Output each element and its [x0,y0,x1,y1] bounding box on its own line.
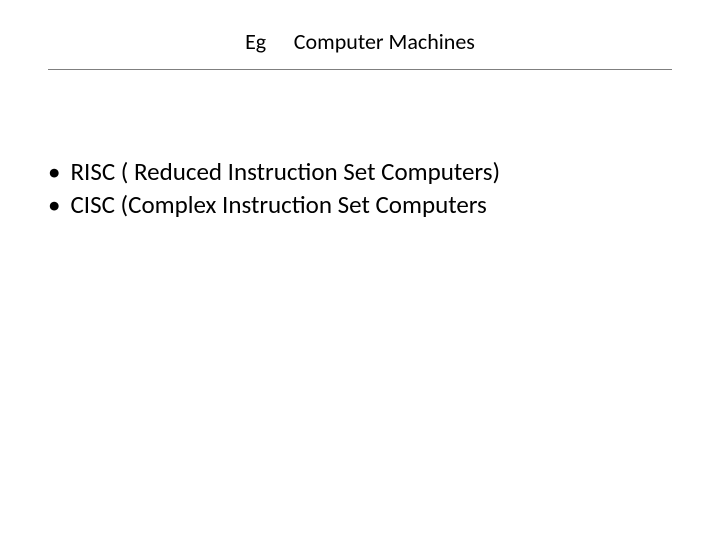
bullet-text: RISC ( Reduced Instruction Set Computers… [70,156,500,189]
title-left: Eg [245,28,266,55]
bullet-text: CISC (Complex Instruction Set Computers [70,189,486,222]
title-area: Eg Computer Machines [0,0,720,65]
list-item: • CISC (Complex Instruction Set Computer… [48,189,672,222]
title-right: Computer Machines [294,28,475,55]
list-item: • RISC ( Reduced Instruction Set Compute… [48,156,672,189]
bullet-icon: • [48,156,60,189]
content-area: • RISC ( Reduced Instruction Set Compute… [0,70,720,221]
bullet-icon: • [48,189,60,222]
